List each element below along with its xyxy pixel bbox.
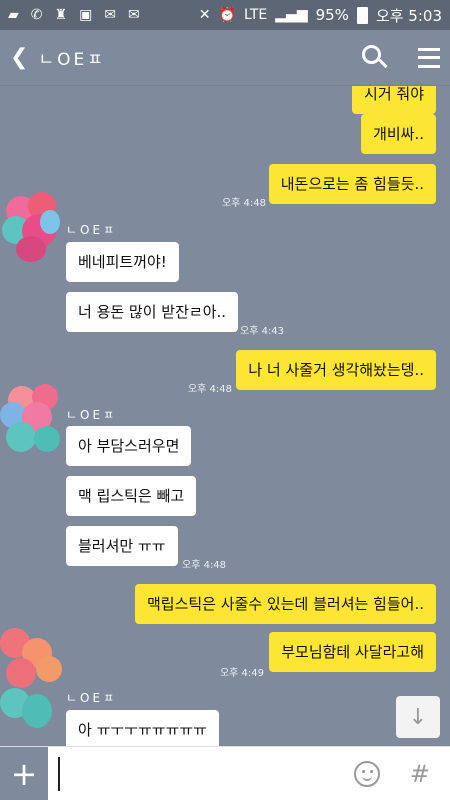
hash-search-icon[interactable]: #	[410, 760, 430, 788]
sender-name: ㄴOEㅍ	[66, 223, 118, 237]
their-message[interactable]: 아 ㅠㅜㅜㅠㅠㅠㅠㅠ	[66, 710, 219, 746]
image-notification-icon: ▣	[79, 7, 93, 23]
scroll-down-button[interactable]: ↓	[396, 696, 440, 738]
notification-icons: ▰ ✆ ♜ ▣ ✉ ✉	[8, 7, 140, 23]
battery-percent: 95%	[315, 6, 349, 24]
their-message[interactable]: 베네피트꺼야!	[66, 242, 179, 282]
my-message[interactable]: 맥립스틱은 사줄수 있는데 블러셔는 힘들어..	[134, 584, 436, 624]
message-time: 오후 4:43	[240, 326, 285, 337]
my-message[interactable]: 나 너 사줄거 생각해놨는뎅..	[236, 350, 436, 390]
message-time: 오후 4:48	[187, 384, 232, 395]
plus-button[interactable]: +	[0, 746, 48, 800]
status-bar: ▰ ✆ ♜ ▣ ✉ ✉ ✕ ⏰ LTE ▂▄▆ 95% 오후 5:03	[0, 0, 450, 30]
message-time: 오후 4:48	[221, 198, 266, 209]
message-input[interactable]	[58, 756, 328, 791]
mail-icon: ✉	[128, 7, 140, 23]
avatar[interactable]	[0, 190, 70, 270]
signal-icon: ▂▄▆	[275, 7, 308, 23]
their-message[interactable]: 맥 립스틱은 빼고	[66, 476, 197, 516]
chat-header: ❮ ㄴOEㅍ	[0, 30, 450, 86]
missed-call-icon: ✆	[30, 7, 43, 23]
avatar[interactable]	[0, 382, 70, 462]
menu-icon[interactable]	[418, 47, 440, 68]
sender-name: ㄴOEㅍ	[66, 691, 118, 705]
search-icon[interactable]	[362, 44, 388, 71]
message-time: 오후 4:49	[219, 668, 264, 679]
clock: 오후 5:03	[375, 6, 442, 25]
gmail-icon: ✉	[104, 7, 117, 23]
sender-name: ㄴOEㅍ	[66, 408, 118, 422]
lte-indicator: LTE	[244, 7, 268, 23]
system-icons: ✕ ⏰ LTE ▂▄▆ 95% 오후 5:03	[199, 5, 442, 26]
chat-title: ㄴOEㅍ	[38, 50, 106, 70]
input-bar: + #	[0, 746, 450, 800]
my-message[interactable]: 개비싸..	[361, 114, 436, 154]
back-button[interactable]: ❮	[10, 45, 28, 70]
emoticon-icon[interactable]	[353, 760, 380, 787]
mute-icon: ✕	[198, 7, 211, 23]
my-message[interactable]: 부모님함테 사달라고해	[269, 632, 436, 672]
my-message[interactable]: 내돈으로는 좀 힘들듯..	[268, 164, 436, 204]
chat-area[interactable]: 시거 줘야 개비싸.. 오후 4:48 내돈으로는 좀 힘들듯.. ㄴOEㅍ 베…	[0, 86, 450, 746]
their-message[interactable]: 블러셔만 ㅠㅠ	[66, 526, 178, 566]
their-message[interactable]: 너 용돈 많이 받잔ㄹ아..	[66, 292, 239, 332]
message-time: 오후 4:48	[182, 560, 227, 571]
battery-icon	[356, 6, 368, 24]
alarm-icon: ⏰	[218, 7, 236, 23]
my-message[interactable]: 시거 줘야	[352, 86, 436, 114]
chat-notification-icon: ▰	[8, 7, 19, 23]
their-message[interactable]: 아 부담스러우면	[66, 426, 192, 466]
avatar[interactable]	[0, 628, 70, 746]
keyhole-icon: ♜	[54, 7, 68, 23]
